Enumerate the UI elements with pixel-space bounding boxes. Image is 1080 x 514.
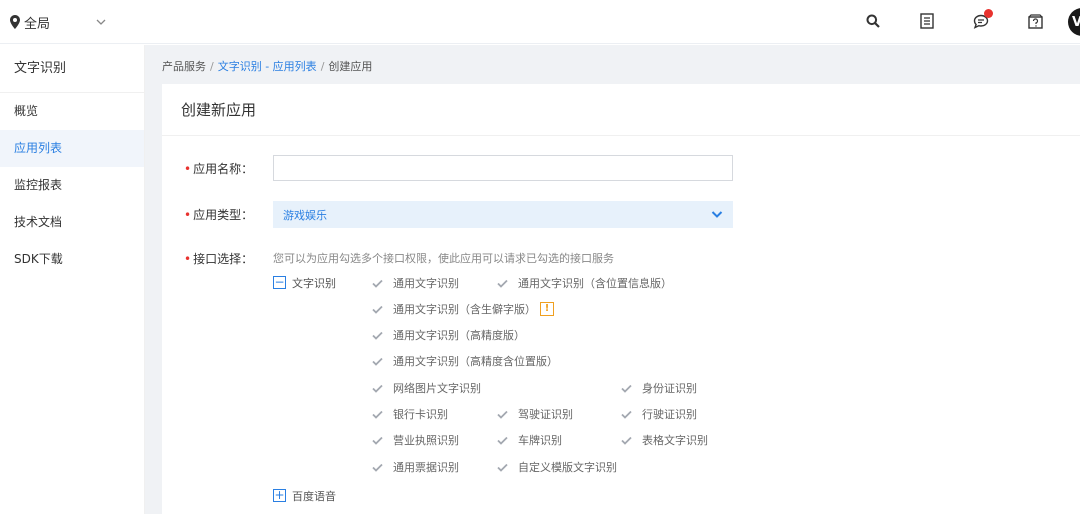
checkmark-icon: [372, 410, 383, 419]
api-option[interactable]: 通用文字识别（含位置信息版）: [497, 275, 672, 291]
help-icon: [1027, 13, 1043, 29]
api-option-label: 营业执照识别: [393, 434, 459, 447]
notification-dot: [984, 9, 993, 18]
region-label: 全局: [24, 16, 51, 32]
checkmark-icon: [621, 436, 632, 445]
group-label-speech[interactable]: 百度语音: [292, 488, 336, 504]
breadcrumb-link-app-list[interactable]: 文字识别 - 应用列表: [218, 60, 317, 73]
api-hint-text: 您可以为应用勾选多个接口权限，使此应用可以请求已勾选的接口服务: [273, 252, 614, 265]
avatar-letter: V: [1072, 14, 1080, 30]
api-option-label: 车牌识别: [518, 434, 562, 447]
required-mark: •: [184, 252, 192, 266]
app-type-label: • 应用类型：: [184, 206, 253, 223]
breadcrumb: 产品服务 / 文字识别 - 应用列表 / 创建应用: [162, 58, 372, 74]
api-option-label: 银行卡识别: [393, 408, 448, 421]
sidebar-item-overview[interactable]: 概览: [0, 93, 144, 130]
search-button[interactable]: [864, 12, 882, 30]
app-type-value: 游戏娱乐: [283, 208, 327, 222]
sidebar-item-sdk-download[interactable]: SDK下载: [0, 241, 144, 278]
api-option-label: 身份证识别: [642, 382, 697, 395]
page-title: 创建新应用: [162, 84, 1080, 136]
api-option-label: 通用文字识别（高精度含位置版）: [393, 355, 558, 368]
checkmark-icon: [621, 410, 632, 419]
required-mark: •: [184, 162, 192, 176]
app-name-input[interactable]: [273, 155, 733, 181]
checkmark-icon: [372, 357, 383, 366]
api-option-label: 通用文字识别（含位置信息版）: [518, 277, 672, 290]
api-option[interactable]: 通用文字识别（高精度版）: [372, 327, 525, 343]
main-content: 产品服务 / 文字识别 - 应用列表 / 创建应用 创建新应用 • 应用名称： • 应用类型…: [145, 45, 1080, 514]
sidebar-item-monitor-report[interactable]: 监控报表: [0, 167, 144, 204]
checkmark-icon: [372, 384, 383, 393]
location-pin-icon: [10, 15, 20, 29]
document-list-icon: [920, 13, 934, 29]
breadcrumb-root: 产品服务: [162, 60, 206, 73]
checkmark-icon: [372, 463, 383, 472]
search-icon: [866, 14, 880, 28]
api-select-label: • 接口选择：: [184, 250, 253, 267]
api-option-label: 网络图片文字识别: [393, 382, 481, 395]
api-option[interactable]: 通用票据识别: [372, 459, 459, 475]
chevron-down-icon: [711, 211, 723, 218]
api-option[interactable]: 自定义模版文字识别: [497, 459, 617, 475]
sidebar-item-tech-docs[interactable]: 技术文档: [0, 204, 144, 241]
collapse-group-toggle[interactable]: −: [273, 276, 286, 289]
api-option[interactable]: 身份证识别: [621, 380, 697, 396]
api-option[interactable]: 通用文字识别（高精度含位置版）: [372, 353, 558, 369]
required-mark: •: [184, 208, 192, 222]
create-app-card: 创建新应用 • 应用名称： • 应用类型： 游戏娱乐 • 接口选择： 您可以为应用勾选…: [162, 84, 1080, 514]
checkmark-icon: [497, 410, 508, 419]
user-avatar[interactable]: V: [1068, 8, 1080, 36]
api-option[interactable]: 银行卡识别: [372, 406, 448, 422]
checkmark-icon: [372, 331, 383, 340]
breadcrumb-current: 创建应用: [328, 60, 373, 73]
api-option-label: 通用文字识别（含生僻字版）: [393, 303, 536, 316]
api-option-label: 表格文字识别: [642, 434, 708, 447]
app-type-select[interactable]: 游戏娱乐: [273, 201, 733, 228]
region-selector[interactable]: 全局: [10, 12, 106, 32]
breadcrumb-separator: /: [210, 60, 214, 73]
document-list-button[interactable]: [918, 12, 936, 30]
message-button[interactable]: [972, 9, 993, 30]
api-option-label: 通用文字识别: [393, 277, 459, 290]
api-option[interactable]: 网络图片文字识别: [372, 380, 481, 396]
api-option-label: 驾驶证识别: [518, 408, 573, 421]
api-option-label: 自定义模版文字识别: [518, 461, 617, 474]
api-option[interactable]: 驾驶证识别: [497, 406, 573, 422]
checkmark-icon: [372, 436, 383, 445]
sidebar-title: 文字识别: [0, 45, 144, 93]
sidebar: 文字识别 概览 应用列表 监控报表 技术文档 SDK下载: [0, 45, 145, 514]
app-name-label: • 应用名称：: [184, 160, 253, 177]
sidebar-item-app-list[interactable]: 应用列表: [0, 130, 144, 167]
api-option-label: 行驶证识别: [642, 408, 697, 421]
chevron-down-icon: [96, 19, 106, 25]
api-option[interactable]: 车牌识别: [497, 432, 562, 448]
group-label-ocr[interactable]: 文字识别: [292, 275, 336, 291]
api-option[interactable]: 行驶证识别: [621, 406, 697, 422]
breadcrumb-separator: /: [320, 60, 325, 73]
checkmark-icon: [372, 279, 383, 288]
top-bar: 全局 V: [0, 0, 1080, 44]
checkmark-icon: [497, 463, 508, 472]
api-option[interactable]: 营业执照识别: [372, 432, 459, 448]
expand-group-toggle[interactable]: +: [273, 489, 286, 502]
checkmark-icon: [497, 279, 508, 288]
app-type-label-text: 应用类型：: [193, 208, 254, 222]
help-button[interactable]: [1026, 12, 1044, 30]
app-name-label-text: 应用名称：: [193, 162, 254, 176]
api-option[interactable]: 通用文字识别: [372, 275, 459, 291]
api-option[interactable]: 表格文字识别: [621, 432, 708, 448]
checkmark-icon: [497, 436, 508, 445]
checkmark-icon: [621, 384, 632, 393]
api-option[interactable]: 通用文字识别（含生僻字版）!: [372, 301, 554, 317]
api-option-label: 通用票据识别: [393, 461, 459, 474]
checkmark-icon: [372, 305, 383, 314]
api-select-label-text: 接口选择：: [193, 252, 254, 266]
warning-icon[interactable]: !: [540, 302, 554, 316]
api-option-label: 通用文字识别（高精度版）: [393, 329, 525, 342]
